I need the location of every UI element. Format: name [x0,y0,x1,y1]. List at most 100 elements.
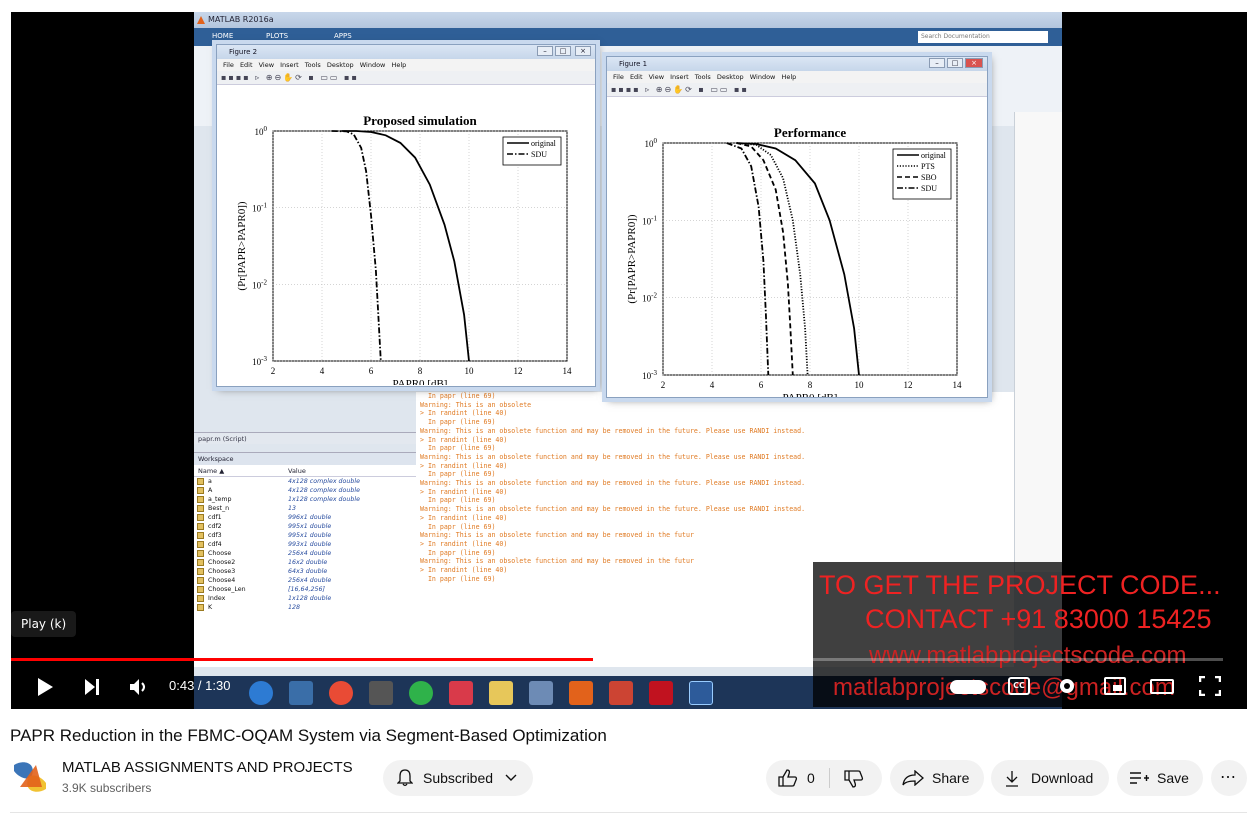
minimize-button: – [929,58,945,68]
ribbon-tab-apps: APPS [334,32,352,40]
progress-bar[interactable] [11,658,1223,661]
app-icon-4 [689,681,713,705]
x-tick-label: 8 [808,380,813,390]
variable-icon [197,532,204,539]
matlab-taskbar-icon [569,681,593,705]
app-icon-1 [449,681,473,705]
subscriber-count: 3.9K subscribers [62,781,152,795]
like-count: 0 [807,770,815,786]
x-tick-label: 14 [953,380,963,390]
x-tick-label: 4 [710,380,715,390]
x-tick-label: 2 [661,380,666,390]
channel-name[interactable]: MATLAB ASSIGNMENTS AND PROJECTS [62,759,353,776]
workspace-row: a 4x128 complex double [194,477,416,486]
settings-gear-icon[interactable] [1056,675,1078,697]
variable-icon [197,604,204,611]
maximize-button: □ [555,46,571,56]
divider-line [10,812,1247,813]
command-line: In papr (line 69) [420,548,496,557]
variable-name: a_temp [208,496,232,503]
time-display: 0:43 / 1:30 [169,678,231,693]
x-tick-label: 12 [904,380,913,390]
variable-name: cdf2 [208,523,222,530]
y-tick-label: 10-3 [252,355,267,367]
fullscreen-icon[interactable] [1199,676,1221,696]
like-icon[interactable] [778,769,798,787]
autoplay-toggle[interactable] [950,680,986,694]
dislike-icon[interactable] [844,770,864,788]
variable-value: 995x1 double [288,532,332,539]
x-tick-label: 12 [514,366,523,376]
channel-avatar[interactable] [10,757,50,797]
workspace-columns: Name ▲ Value [194,465,416,477]
share-button[interactable]: Share [890,760,984,796]
ie-icon [249,681,273,705]
variable-icon [197,568,204,575]
share-icon [902,770,924,786]
ribbon-tab-plots: PLOTS [266,32,289,40]
figure-1-toolbar: ▪▪▪▪ ▹ ⊕⊖✋⟳ ▪ ▭▭ ▪▪ [607,83,987,97]
y-tick-label: 10-1 [252,202,267,214]
command-line: In papr (line 69) [420,444,496,453]
legend-label: SDU [921,184,937,193]
command-line: In papr (line 69) [420,522,496,531]
save-playlist-icon [1130,772,1149,784]
y-axis-label: (Pr[PAPR>PAPR0]) [626,214,638,303]
video-player[interactable]: MATLAB R2016a HOME PLOTS APPS Search Doc… [11,12,1247,709]
play-icon[interactable] [36,677,54,697]
pdf-icon [649,681,673,705]
col-value: Value [288,467,306,475]
download-button[interactable]: Download [991,760,1109,796]
captions-icon[interactable]: CC [1008,677,1030,695]
command-lines: In papr (line 69) Warning: This is an obs… [420,392,1014,583]
workspace-row: a_temp 1x128 complex double [194,495,416,504]
variable-name: Choose2 [208,559,236,566]
variable-name: cdf4 [208,541,222,548]
workspace-row: cdf1 996x1 double [194,513,416,522]
next-icon[interactable] [83,678,101,696]
command-line: Warning: This is an obsolete function an… [420,452,806,461]
command-line: > In randint (line 40) [420,461,508,470]
volume-icon[interactable] [128,677,152,697]
x-tick-label: 4 [320,366,325,376]
variable-value: 996x1 double [288,514,332,521]
variable-value: 995x1 double [288,523,332,530]
workspace-row: Index 1x128 double [194,594,416,603]
right-pane [1014,112,1062,572]
theater-mode-icon[interactable] [1150,679,1174,694]
figure-2-titlebar: Figure 2 – □ × [217,45,595,59]
workspace-row: cdf4 993x1 double [194,540,416,549]
workspace-row: K 128 [194,603,416,612]
miniplayer-icon[interactable] [1104,677,1126,695]
variable-value: 993x1 double [288,541,332,548]
maximize-button: □ [947,58,963,68]
proposed-simulation-chart: 2 4 6 8 10 12 14 100 10-1 10-2 10-3 Proposed simula… [236,113,572,390]
legend-label: SDU [531,150,547,159]
close-button: × [575,46,591,56]
workspace-row: Choose 256x4 double [194,549,416,558]
chart-title: Performance [774,125,846,140]
legend-label: original [921,151,947,160]
variable-name: cdf3 [208,532,222,539]
variable-icon [197,514,204,521]
save-button[interactable]: Save [1117,760,1203,796]
matlab-logo-icon [197,16,205,24]
command-line: Warning: This is an obsolete function an… [420,531,694,540]
promo-line-2: CONTACT +91 83000 15425 [865,604,1212,634]
variable-icon [197,595,204,602]
figure-2-toolbar: ▪▪▪▪ ▹ ⊕⊖✋⟳ ▪ ▭▭ ▪▪ [217,71,595,85]
promo-line-1: TO GET THE PROJECT CODE... [819,570,1221,600]
variable-value: 256x4 double [288,550,332,557]
variable-name: Choose [208,550,232,557]
app-icon-3 [609,681,633,705]
subscribed-button[interactable]: Subscribed [383,760,533,796]
command-line: In papr (line 69) [420,496,496,505]
more-actions-button[interactable]: ⋯ [1211,760,1247,796]
command-line: Warning: This is an obsolete function an… [420,505,806,514]
variable-icon [197,577,204,584]
media-icon [289,681,313,705]
variable-icon [197,523,204,530]
whatsapp-icon [409,681,433,705]
figure-2-title: Figure 2 [229,48,258,56]
x-tick-label: 6 [369,366,374,376]
